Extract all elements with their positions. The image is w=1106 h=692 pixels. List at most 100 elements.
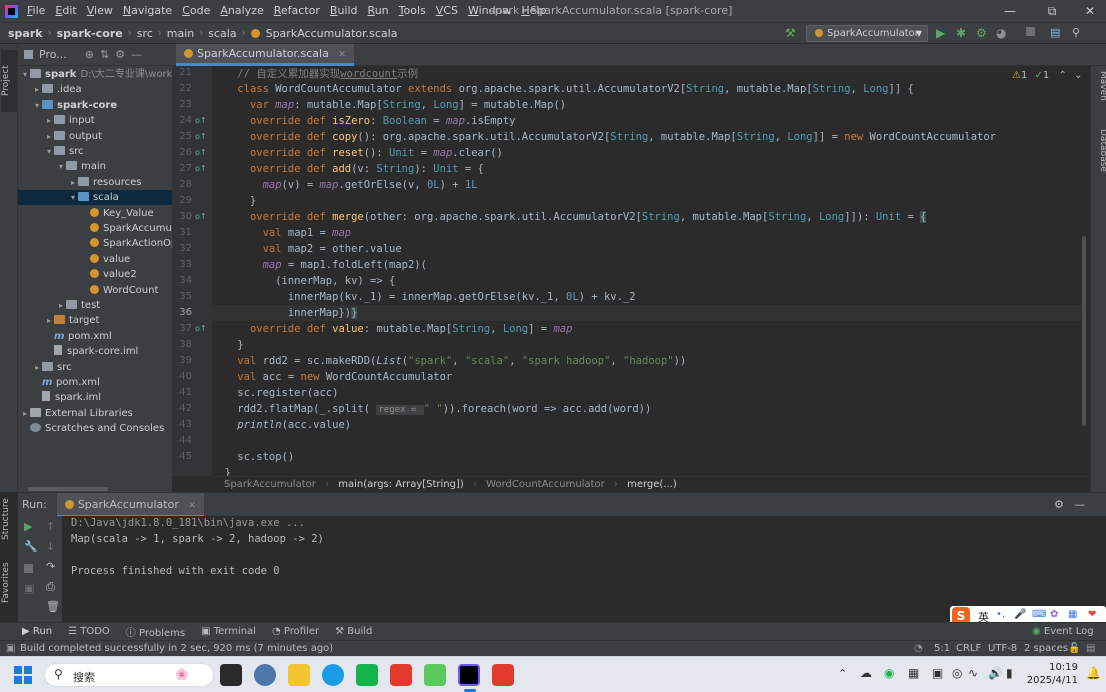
volume-icon[interactable]: 🔊 [988,666,1003,680]
run-config-select[interactable]: SparkAccumulator ▼ [806,25,928,42]
menu-code[interactable]: Code [177,0,215,22]
locate-icon[interactable]: ⊕ [85,48,94,61]
memory-icon[interactable]: ▤ [1086,641,1095,656]
code-crumb-object[interactable]: SparkAccumulator [224,479,316,490]
database-tool-tab[interactable]: Database [1092,122,1106,178]
project-tool-tab[interactable]: Project [1,50,17,112]
search-everywhere-icon[interactable]: ⚲ [1072,26,1080,39]
horizontal-scrollbar[interactable] [28,487,108,491]
override-marker-icon[interactable]: o↑ [195,324,207,333]
menu-edit[interactable]: Edit [50,0,81,22]
tool-tab-build[interactable]: ⚒ Build [335,626,372,637]
chevron-right-icon[interactable]: ▸ [68,175,78,190]
tree-item-sparkactionoper[interactable]: SparkActionOper [18,236,172,251]
chevron-up-icon[interactable]: ⌃ [838,667,847,680]
override-marker-icon[interactable]: o↑ [195,164,207,173]
override-marker-icon[interactable]: o↑ [195,212,207,221]
camera-icon[interactable]: ▣ [24,582,34,595]
indent-setting[interactable]: 2 spaces [1024,641,1068,656]
rerun-icon[interactable]: ▶ [24,520,32,533]
chevron-right-icon[interactable]: ▸ [44,313,54,328]
chevron-down-icon[interactable]: ▾ [68,190,78,205]
status-message[interactable]: Build completed successfully in 2 sec, 9… [20,641,333,656]
scroll-down-icon[interactable]: ↓ [46,540,55,553]
settings-icon[interactable]: ⚙ [115,48,125,61]
vertical-scrollbar[interactable] [1082,236,1086,426]
chevron-up-icon[interactable]: ⌃ [1058,70,1066,81]
tree-item--idea[interactable]: ▸ .idea [18,82,172,97]
restore-button[interactable]: ⧉ [1032,0,1072,22]
file-explorer-icon[interactable] [288,664,310,686]
tool-tab-run[interactable]: ▶ Run [22,626,52,637]
menu-analyze[interactable]: Analyze [215,0,268,22]
breadcrumb-file[interactable]: SparkAccumulator.scala [264,27,400,40]
run-tab[interactable]: SparkAccumulator ✕ [56,492,204,517]
code-crumb-method[interactable]: merge(...) [627,479,677,490]
event-log-tab[interactable]: ◉ Event Log [1032,626,1094,637]
tree-item-resources[interactable]: ▸ resources [18,175,172,190]
wechat-icon[interactable] [424,664,446,686]
tree-item-pom-xml[interactable]: m pom.xml [18,375,172,390]
maven-tool-tab[interactable]: Maven [1092,66,1106,106]
menu-build[interactable]: Build [325,0,363,22]
punctuation-icon[interactable]: •, [996,609,1005,620]
tool-tab-problems[interactable]: ⓘ Problems [126,624,185,639]
settings-app-icon[interactable] [254,664,276,686]
build-hammer-icon[interactable]: ⚒ [785,26,799,40]
chevron-down-icon[interactable]: ▾ [32,98,42,113]
app-green-icon[interactable] [356,664,378,686]
tool-tab-todo[interactable]: ☰ TODO [68,626,110,637]
code-crumb-class[interactable]: WordCountAccumulator [486,479,605,490]
caret-position[interactable]: 5:1 [934,641,950,656]
coverage-icon[interactable]: ⚙ [976,26,987,40]
hide-panel-icon[interactable]: — [1074,498,1085,511]
cloud-icon[interactable]: ☁ [860,666,872,680]
trash-icon[interactable]: 🗑 [46,600,60,613]
breadcrumb-src[interactable]: src [135,27,155,40]
windows-start-icon[interactable] [14,666,32,684]
hide-icon[interactable]: — [131,48,142,61]
breadcrumb-scala[interactable]: scala [206,27,238,40]
menu-tools[interactable]: Tools [394,0,431,22]
tree-item-spark-iml[interactable]: spark.iml [18,390,172,405]
chevron-right-icon[interactable]: ▸ [44,129,54,144]
toolbox-icon[interactable]: ▦ [1068,609,1077,620]
chevron-right-icon[interactable]: ▸ [32,360,42,375]
file-encoding[interactable]: UTF-8 [988,641,1017,656]
tree-item-src[interactable]: ▾ src [18,144,172,159]
minimize-button[interactable]: — [990,0,1030,22]
tray-app-icon[interactable]: ◉ [884,666,894,680]
notification-icon[interactable]: 🔔 [1086,666,1101,680]
close-tab-icon[interactable]: ✕ [338,50,346,60]
battery-icon[interactable]: ▮ [1006,666,1013,680]
scroll-up-icon[interactable]: ↑ [46,520,55,533]
project-view-select[interactable]: Pro... [39,48,67,61]
chevron-right-icon[interactable]: ▸ [20,406,30,421]
tree-item-value[interactable]: value [18,252,172,267]
tree-item-scratches-and-consoles[interactable]: Scratches and Consoles [18,421,172,436]
run-console[interactable]: D:\Java\jdk1.8.0_181\bin\java.exe ... Ma… [62,516,1106,622]
tree-item-input[interactable]: ▸ input [18,113,172,128]
override-marker-icon[interactable]: o↑ [195,116,207,125]
tree-item-scala[interactable]: ▾ scala [18,190,172,206]
intellij-taskbar-icon[interactable] [458,664,480,686]
structure-tool-tab[interactable]: Structure [1,496,17,542]
edge-browser-icon[interactable] [322,664,344,686]
stop-icon[interactable] [24,564,33,573]
lock-icon[interactable]: 🔓 [1068,641,1080,656]
keyboard-icon[interactable]: ⌨ [1032,609,1046,620]
menu-vcs[interactable]: VCS [431,0,463,22]
tray-network-icon[interactable]: ▣ [932,666,943,680]
close-button[interactable]: ✕ [1070,0,1106,22]
chevron-down-icon[interactable]: ▾ [56,159,66,174]
tree-item-external-libraries[interactable]: ▸ External Libraries [18,406,172,421]
menu-refactor[interactable]: Refactor [269,0,325,22]
tree-item-key-value[interactable]: Key_Value [18,206,172,221]
wps-office-icon[interactable] [492,664,514,686]
tree-item-value2[interactable]: value2 [18,267,172,282]
menu-file[interactable]: File [22,0,50,22]
skin-icon[interactable]: ✿ [1050,609,1058,620]
microphone-icon[interactable]: 🎤 [1014,609,1026,620]
debug-icon[interactable]: ✱ [956,26,966,40]
tree-item-spark[interactable]: ▾ sparkD:\大二专业课\workSpace\ [18,67,172,82]
